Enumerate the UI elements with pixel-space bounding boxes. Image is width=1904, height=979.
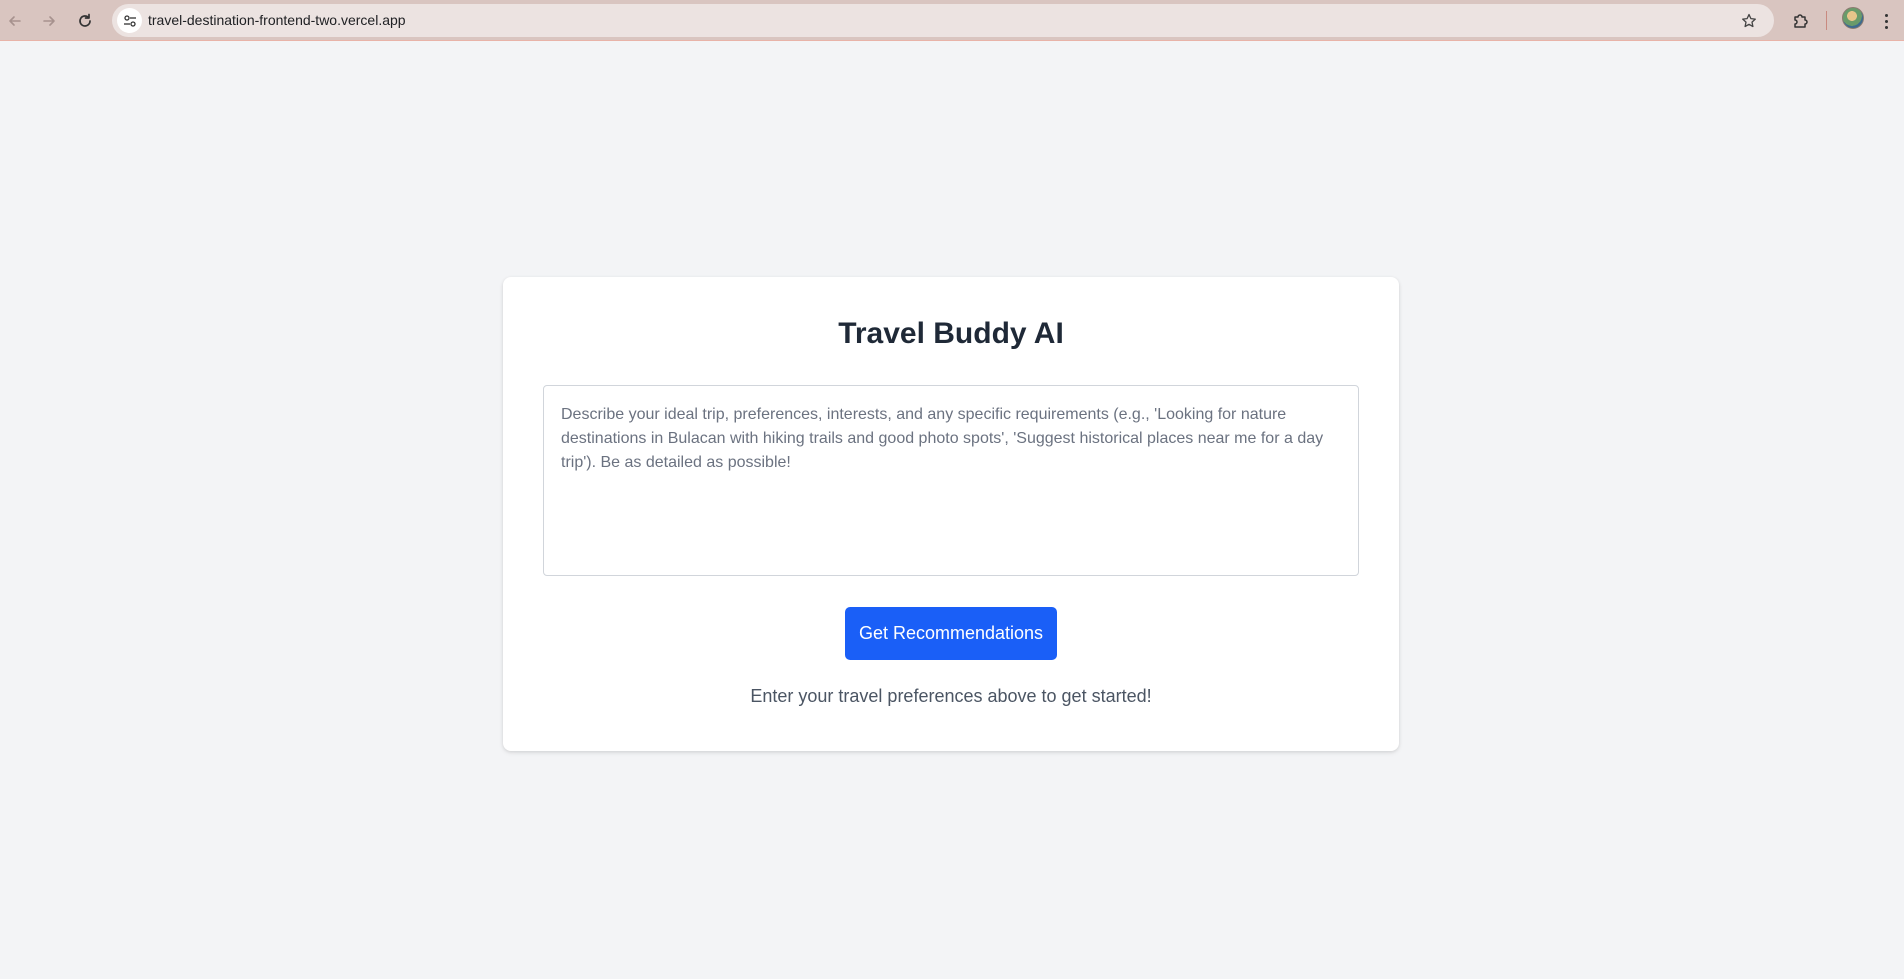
profile-avatar[interactable] <box>1842 7 1864 29</box>
status-hint: Enter your travel preferences above to g… <box>750 686 1152 706</box>
address-bar[interactable]: travel-destination-frontend-two.vercel.a… <box>112 4 1774 37</box>
star-icon <box>1742 13 1756 28</box>
recommendation-card: Travel Buddy AI Get Recommendations Ente… <box>503 277 1399 751</box>
forward-button[interactable] <box>34 6 64 36</box>
travel-preferences-input[interactable] <box>543 385 1359 576</box>
reload-icon <box>79 13 91 27</box>
arrow-left-icon <box>9 16 21 26</box>
toolbar-divider <box>1826 11 1827 30</box>
reload-button[interactable] <box>70 6 100 36</box>
tune-icon <box>123 14 136 27</box>
page-title: Travel Buddy AI <box>838 317 1064 350</box>
more-vertical-icon[interactable] <box>1876 6 1896 36</box>
bookmark-button[interactable] <box>1736 8 1762 34</box>
browser-toolbar: travel-destination-frontend-two.vercel.a… <box>0 0 1904 41</box>
url-text[interactable]: travel-destination-frontend-two.vercel.a… <box>148 12 406 28</box>
site-info-button[interactable] <box>117 8 142 33</box>
arrow-right-icon <box>43 16 55 26</box>
extensions-button[interactable] <box>1786 6 1816 36</box>
puzzle-icon <box>1794 14 1808 28</box>
back-button[interactable] <box>0 6 30 36</box>
get-recommendations-button[interactable]: Get Recommendations <box>845 607 1057 660</box>
